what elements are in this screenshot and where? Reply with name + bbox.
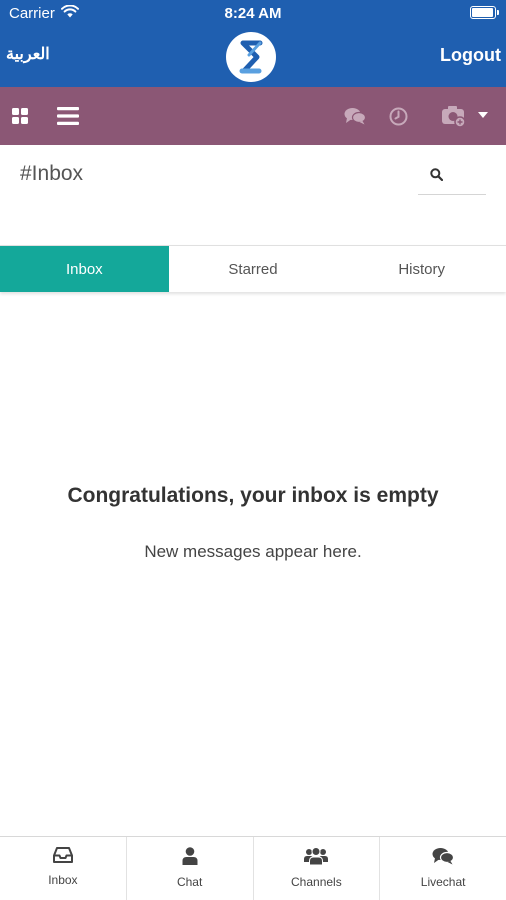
page-header: #Inbox (0, 145, 506, 245)
toolbar (0, 87, 506, 145)
bottom-navigation: Inbox Chat Channels Livechat (0, 836, 506, 900)
clock-icon[interactable] (386, 104, 410, 128)
nav-label: Inbox (48, 873, 78, 887)
chat-bubbles-icon (432, 847, 455, 870)
nav-item-livechat[interactable]: Livechat (380, 837, 506, 900)
nav-label: Chat (176, 875, 203, 889)
chat-bubbles-icon[interactable] (342, 104, 368, 128)
menu-icon[interactable] (55, 103, 81, 129)
nav-item-channels[interactable]: Channels (254, 837, 381, 900)
grid-icon[interactable] (8, 104, 32, 128)
tab-starred[interactable]: Starred (168, 246, 338, 292)
empty-state-title: Congratulations, your inbox is empty (67, 484, 439, 507)
tab-history[interactable]: History (337, 246, 506, 292)
battery-icon (470, 6, 499, 19)
status-time: 8:24 AM (224, 5, 282, 22)
status-bar: Carrier 8:24 AM (0, 0, 506, 26)
nav-item-inbox[interactable]: Inbox (0, 837, 127, 900)
inbox-tabs: Inbox Starred History (0, 245, 506, 292)
language-switch-link[interactable]: العربية (6, 44, 50, 64)
logout-button[interactable]: Logout (440, 45, 501, 66)
camera-icon[interactable] (440, 101, 468, 131)
search-icon[interactable] (430, 167, 444, 186)
logo-mark-icon (239, 40, 263, 74)
user-icon (182, 847, 198, 870)
caret-down-icon[interactable] (476, 109, 490, 121)
inbox-tray-icon (52, 847, 73, 868)
nav-label: Channels (291, 875, 342, 889)
app-logo (226, 32, 276, 82)
nav-item-chat[interactable]: Chat (127, 837, 254, 900)
page-title: #Inbox (20, 162, 84, 185)
users-group-icon (304, 847, 329, 870)
empty-state-subtitle: New messages appear here. (144, 542, 362, 561)
app-header: العربية Logout (0, 26, 506, 87)
tab-inbox[interactable]: Inbox (0, 246, 169, 292)
nav-label: Livechat (420, 875, 466, 889)
search-field[interactable] (418, 159, 486, 195)
